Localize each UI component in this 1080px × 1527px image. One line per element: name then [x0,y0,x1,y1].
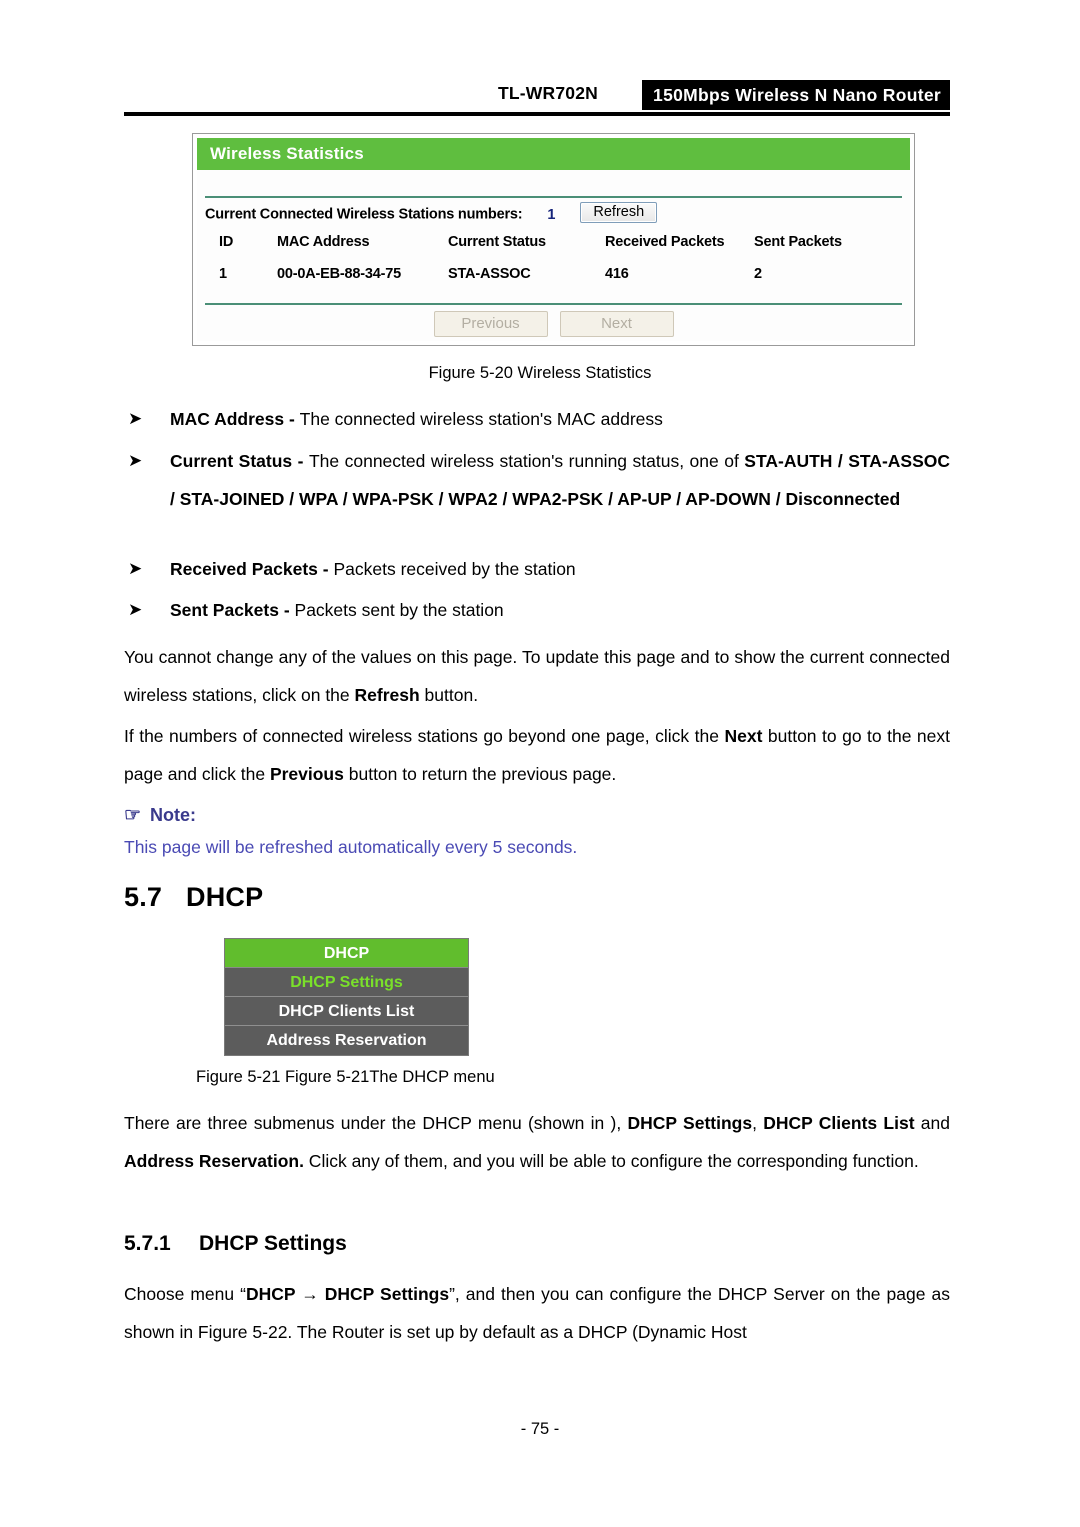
stations-count-row: Current Connected Wireless Stations numb… [205,202,658,226]
figure-caption-5-21: Figure 5-21 Figure 5-21The DHCP menu [196,1068,495,1086]
column-header-id: ID [219,234,234,250]
bullet-dash: - [278,600,295,620]
para-bold-address-reservation: Address Reservation. [124,1151,304,1171]
bullet-term: Sent Packets [170,600,279,620]
subsection-number: 5.7.1 [124,1232,171,1255]
stations-count-label: Current Connected Wireless Stations numb… [205,206,523,223]
next-button[interactable]: Next [559,311,674,337]
bullet-text: The connected wireless station's MAC add… [299,409,663,429]
paragraph-pagination: If the numbers of connected wireless sta… [124,717,950,793]
paragraph-refresh: You cannot change any of the values on t… [124,638,950,714]
paragraph-submenus: There are three submenus under the DHCP … [124,1104,950,1180]
bullet-received-packets: ➤ Received Packets - Packets received by… [124,550,950,588]
running-header: TL-WR702N 150Mbps Wireless N Nano Router [124,80,950,112]
cell-id: 1 [219,266,227,282]
panel-title: Wireless Statistics [197,138,910,170]
column-header-received: Received Packets [605,234,725,250]
wireless-statistics-panel: Wireless Statistics Current Connected Wi… [192,133,915,346]
panel-body: Current Connected Wireless Stations numb… [197,170,910,341]
section-title: DHCP [186,882,264,912]
divider-top [205,196,902,198]
column-header-mac: MAC Address [277,234,370,250]
para-and: and [914,1113,951,1133]
bullet-dash: - [317,559,334,579]
para-bold-dhcp-clients-list: DHCP Clients List [763,1113,915,1133]
note-title: Note: [150,805,197,825]
stations-table: ID MAC Address Current Status Received P… [205,234,902,298]
para-bold-menu-path: DHCP → DHCP Settings [245,1284,450,1304]
cell-sent: 2 [754,266,762,282]
pagination-controls: Previous Next [205,311,902,347]
section-heading-5-7: 5.7 DHCP [124,882,950,913]
header-rule [124,112,950,116]
bullet-text: Packets received by the station [333,559,576,579]
pointing-hand-icon: ☞ [124,805,142,826]
menu-item-dhcp-settings[interactable]: DHCP Settings [225,968,468,997]
bullet-mac-address: ➤ MAC Address - The connected wireless s… [124,400,950,438]
para-text: You cannot change any of the values on t… [124,647,950,705]
table-header-row: ID MAC Address Current Status Received P… [205,234,902,266]
para-text: There are three submenus under the DHCP … [124,1113,628,1133]
bullet-arrow-icon: ➤ [128,600,143,619]
menu-item-address-reservation[interactable]: Address Reservation [225,1026,468,1055]
bullet-arrow-icon: ➤ [128,409,143,428]
divider-bottom [205,303,902,305]
column-header-status: Current Status [448,234,546,250]
note-heading: ☞ Note: [124,800,950,831]
bullet-current-status: ➤ Current Status - The connected wireles… [124,442,950,518]
figure-caption-5-20: Figure 5-20 Wireless Statistics [428,364,652,382]
para-comma: , [752,1113,764,1133]
cell-mac: 00-0A-EB-88-34-75 [277,266,401,282]
para-text: If the numbers of connected wireless sta… [124,726,725,746]
para-bold-previous: Previous [269,764,344,784]
bullet-text: Packets sent by the station [294,600,504,620]
bullet-arrow-icon: ➤ [128,451,143,470]
product-banner: 150Mbps Wireless N Nano Router [642,80,950,110]
menu-item-dhcp[interactable]: DHCP [225,939,468,968]
para-text-tail: button to return the previous page. [343,764,617,784]
section-number: 5.7 [124,882,163,912]
paragraph-choose-menu: Choose menu “DHCP → DHCP Settings”, and … [124,1275,950,1351]
para-bold-dhcp-settings: DHCP Settings [627,1113,753,1133]
dhcp-menu: DHCP DHCP Settings DHCP Clients List Add… [224,938,469,1056]
stations-count-value: 1 [547,206,556,223]
bullet-term: Current Status [170,451,293,471]
previous-button[interactable]: Previous [433,311,548,337]
menu-item-dhcp-clients-list[interactable]: DHCP Clients List [225,997,468,1026]
note-block: ☞ Note: This page will be refreshed autom… [124,800,950,863]
bullet-list: ➤ MAC Address - The connected wireless s… [124,400,950,438]
bullet-dash: - [284,409,300,429]
column-header-sent: Sent Packets [754,234,842,250]
bullet-sent-packets: ➤ Sent Packets - Packets sent by the sta… [124,591,950,629]
bullet-text: The connected wireless station's running… [308,451,745,471]
section-heading-5-7-1: 5.7.1 DHCP Settings [124,1232,950,1256]
bullet-term: Received Packets [170,559,318,579]
document-page: TL-WR702N 150Mbps Wireless N Nano Router… [0,0,1080,1527]
product-model: TL-WR702N [498,83,598,103]
refresh-button[interactable]: Refresh [580,202,658,223]
para-text-tail: button. [419,685,479,705]
para-bold-refresh: Refresh [354,685,420,705]
para-text-tail: Click any of them, and you will be able … [303,1151,919,1171]
table-row: 1 00-0A-EB-88-34-75 STA-ASSOC 416 2 [205,266,902,298]
cell-status: STA-ASSOC [448,266,531,282]
bullet-dash: - [292,451,309,471]
note-text: This page will be refreshed automaticall… [124,837,578,857]
bullet-term: MAC Address [170,409,285,429]
subsection-title: DHCP Settings [199,1232,347,1255]
bullet-arrow-icon: ➤ [128,559,143,578]
cell-received: 416 [605,266,629,282]
para-text: Choose menu “ [124,1284,246,1304]
page-number: - 75 - [520,1420,560,1438]
para-bold-next: Next [724,726,763,746]
